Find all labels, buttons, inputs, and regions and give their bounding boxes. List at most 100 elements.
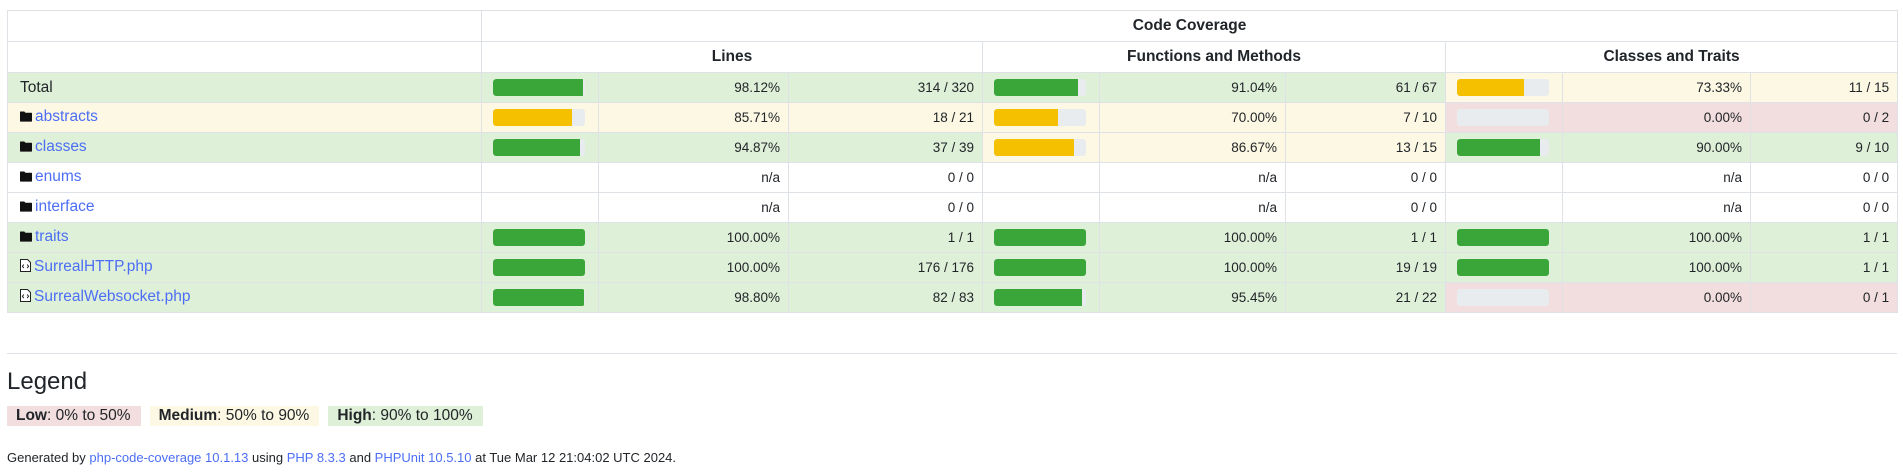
lines-percent: 98.12% bbox=[598, 72, 789, 103]
footer-phpunit-link[interactable]: PHPUnit 10.5.10 bbox=[375, 450, 472, 465]
folder-icon bbox=[20, 229, 32, 247]
funcs-progress-fill bbox=[994, 259, 1086, 276]
table-row: abstracts 85.71% 18 / 21 70.00% 7 / 10 0.00% 0… bbox=[7, 102, 1899, 133]
lines-progress-fill bbox=[493, 259, 585, 276]
funcs-bar-cell bbox=[982, 132, 1100, 163]
footer-tool-link[interactable]: php-code-coverage 10.1.13 bbox=[89, 450, 248, 465]
row-link[interactable]: classes bbox=[35, 138, 87, 155]
classes-bar-cell bbox=[1445, 282, 1563, 313]
funcs-percent: n/a bbox=[1099, 192, 1286, 223]
classes-progress-bar bbox=[1457, 259, 1549, 276]
classes-percent: 90.00% bbox=[1562, 132, 1751, 163]
funcs-progress-fill bbox=[994, 289, 1082, 306]
classes-progress-fill bbox=[1457, 139, 1540, 156]
lines-bar-cell bbox=[481, 72, 599, 103]
lines-progress-bar bbox=[493, 229, 585, 246]
empty-header-cell bbox=[7, 10, 482, 42]
file-code-icon bbox=[20, 259, 31, 277]
classes-count: 0 / 2 bbox=[1749, 102, 1899, 133]
folder-icon bbox=[20, 169, 32, 187]
classes-bar-cell bbox=[1445, 222, 1563, 253]
lines-progress-bar bbox=[493, 259, 585, 276]
funcs-percent: 100.00% bbox=[1099, 252, 1286, 283]
table-row: interface n/a 0 / 0 n/a 0 / 0 n/a 0 / 0 bbox=[7, 192, 1899, 223]
footer-prefix: Generated by bbox=[7, 450, 90, 465]
legend-high-range: : 90% to 100% bbox=[371, 407, 473, 424]
table-row: SurrealWebsocket.php 98.80% 82 / 83 95.45% 2… bbox=[7, 282, 1899, 313]
footer-php-link[interactable]: PHP 8.3.3 bbox=[287, 450, 346, 465]
lines-count: 0 / 0 bbox=[788, 162, 983, 193]
funcs-bar-cell bbox=[982, 102, 1100, 133]
file-code-icon bbox=[20, 289, 31, 307]
table-row: classes 94.87% 37 / 39 86.67% 13 / 15 90.00% 9… bbox=[7, 132, 1899, 163]
funcs-percent: 95.45% bbox=[1099, 282, 1286, 313]
lines-percent: 85.71% bbox=[598, 102, 789, 133]
funcs-percent: 70.00% bbox=[1099, 102, 1286, 133]
lines-progress-fill bbox=[493, 139, 581, 156]
lines-progress-bar bbox=[493, 289, 585, 306]
row-name-cell: SurrealWebsocket.php bbox=[7, 282, 482, 313]
funcs-progress-fill bbox=[994, 229, 1086, 246]
funcs-progress-bar bbox=[994, 259, 1086, 276]
code-coverage-header: Code Coverage bbox=[480, 10, 1899, 42]
funcs-progress-bar bbox=[994, 289, 1086, 306]
classes-percent: 73.33% bbox=[1562, 72, 1751, 103]
funcs-progress-bar bbox=[994, 139, 1086, 156]
lines-count: 82 / 83 bbox=[788, 282, 983, 313]
funcs-count: 7 / 10 bbox=[1285, 102, 1446, 133]
empty-header-cell bbox=[7, 41, 482, 73]
classes-count: 11 / 15 bbox=[1749, 72, 1899, 103]
funcs-count: 61 / 67 bbox=[1285, 72, 1446, 103]
row-link[interactable]: abstracts bbox=[35, 108, 98, 125]
lines-progress-bar bbox=[493, 79, 585, 96]
row-link[interactable]: SurrealHTTP.php bbox=[34, 258, 153, 275]
row-name-cell: interface bbox=[7, 192, 482, 223]
lines-percent: 100.00% bbox=[598, 222, 789, 253]
funcs-percent: n/a bbox=[1099, 162, 1286, 193]
lines-percent: n/a bbox=[598, 192, 789, 223]
lines-percent: 98.80% bbox=[598, 282, 789, 313]
funcs-bar-cell bbox=[982, 222, 1100, 253]
row-name-cell: classes bbox=[7, 132, 482, 163]
funcs-count: 0 / 0 bbox=[1285, 192, 1446, 223]
row-label: Total bbox=[20, 78, 53, 96]
table-row: traits 100.00% 1 / 1 100.00% 1 / 1 100.00% 1 /… bbox=[7, 222, 1899, 253]
lines-count: 314 / 320 bbox=[788, 72, 983, 103]
row-name-cell: enums bbox=[7, 162, 482, 193]
funcs-progress-bar bbox=[994, 229, 1086, 246]
table-row: SurrealHTTP.php 100.00% 176 / 176 100.00% 19… bbox=[7, 252, 1899, 283]
legend-high-label: High bbox=[337, 407, 372, 424]
classes-bar-cell bbox=[1445, 252, 1563, 283]
footer-and: and bbox=[345, 450, 375, 465]
legend-title: Legend bbox=[7, 368, 88, 395]
table-row: Total 98.12% 314 / 320 91.04% 61 / 67 73.33% 1… bbox=[7, 72, 1899, 103]
classes-header: Classes and Traits bbox=[1444, 41, 1899, 73]
lines-bar-cell bbox=[481, 162, 599, 193]
row-link[interactable]: interface bbox=[35, 198, 94, 215]
funcs-bar-cell bbox=[982, 282, 1100, 313]
row-link[interactable]: enums bbox=[35, 168, 82, 185]
funcs-count: 21 / 22 bbox=[1285, 282, 1446, 313]
row-name-cell: traits bbox=[7, 222, 482, 253]
table-row: enums n/a 0 / 0 n/a 0 / 0 n/a 0 / 0 bbox=[7, 162, 1899, 193]
lines-progress-fill bbox=[493, 79, 584, 96]
coverage-report: Code Coverage Lines Functions and Method… bbox=[7, 10, 1899, 313]
legend-low: Low: 0% to 50% bbox=[7, 406, 141, 426]
classes-percent: 100.00% bbox=[1562, 222, 1751, 253]
funcs-count: 13 / 15 bbox=[1285, 132, 1446, 163]
funcs-progress-fill bbox=[994, 79, 1078, 96]
legend-medium: Medium: 50% to 90% bbox=[149, 406, 320, 426]
lines-progress-bar bbox=[493, 109, 585, 126]
lines-bar-cell bbox=[481, 132, 599, 163]
classes-count: 0 / 0 bbox=[1749, 192, 1899, 223]
row-link[interactable]: SurrealWebsocket.php bbox=[34, 288, 191, 305]
lines-progress-fill bbox=[493, 109, 572, 126]
row-name-cell: Total bbox=[7, 72, 482, 103]
lines-progress-bar bbox=[493, 139, 585, 156]
row-link[interactable]: traits bbox=[35, 228, 69, 245]
lines-count: 176 / 176 bbox=[788, 252, 983, 283]
legend-high: High: 90% to 100% bbox=[328, 406, 483, 426]
folder-icon bbox=[20, 109, 32, 127]
functions-header: Functions and Methods bbox=[982, 41, 1446, 73]
divider bbox=[7, 353, 1897, 354]
